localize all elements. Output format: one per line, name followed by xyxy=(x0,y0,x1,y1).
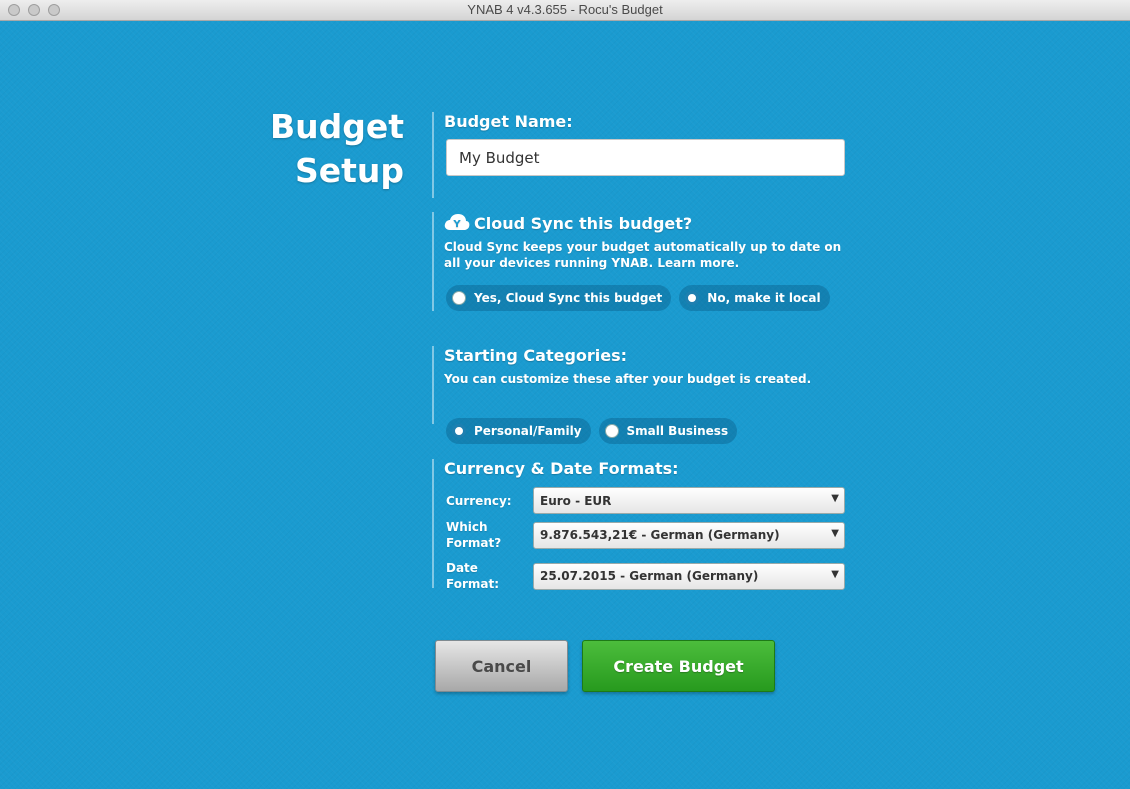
cancel-button[interactable]: Cancel xyxy=(435,640,568,692)
currency-select[interactable]: Euro - EUR ▼ xyxy=(533,487,845,514)
cloud-sync-no-radio[interactable]: No, make it local xyxy=(679,285,830,311)
page-title: Budget Setup xyxy=(270,105,404,193)
cloud-sync-options: Yes, Cloud Sync this budget No, make it … xyxy=(446,285,830,311)
dropdown-arrow-icon: ▼ xyxy=(831,493,839,504)
create-budget-button[interactable]: Create Budget xyxy=(582,640,775,692)
dropdown-arrow-icon: ▼ xyxy=(831,527,839,539)
dropdown-arrow-icon: ▼ xyxy=(831,568,839,580)
personal-family-radio[interactable]: Personal/Family xyxy=(446,418,591,444)
number-format-row: Which Format? 9.876.543,21€ - German (Ge… xyxy=(446,519,845,551)
small-business-radio[interactable]: Small Business xyxy=(598,418,738,444)
cloud-sync-section: Y Cloud Sync this budget? Cloud Sync kee… xyxy=(432,212,852,311)
page-title-line-1: Budget xyxy=(269,107,404,146)
currency-date-title: Currency & Date Formats: xyxy=(444,459,679,478)
personal-family-label: Personal/Family xyxy=(474,424,582,438)
page-title-line-2: Setup xyxy=(294,151,404,190)
date-format-row: Date Format: 25.07.2015 - German (German… xyxy=(446,560,845,592)
budget-name-section: Budget Name: xyxy=(432,112,852,198)
starting-categories-section: Starting Categories: You can customize t… xyxy=(432,346,852,444)
currency-label: Currency: xyxy=(446,493,512,508)
cloud-sync-no-label: No, make it local xyxy=(707,291,821,305)
cloud-icon-letter: Y xyxy=(452,219,461,230)
starting-categories-options: Personal/Family Small Business xyxy=(446,418,738,444)
currency-select-value: Euro - EUR xyxy=(540,493,612,508)
cloud-sync-description: Cloud Sync keeps your budget automatical… xyxy=(444,240,842,270)
app-window: YNAB 4 v4.3.655 - Rocu's Budget Budget S… xyxy=(0,0,1130,789)
currency-row: Currency: Euro - EUR ▼ xyxy=(446,487,845,514)
radio-button-selected[interactable] xyxy=(685,291,700,305)
starting-categories-title: Starting Categories: xyxy=(444,346,628,365)
cloud-sync-title: Cloud Sync this budget? xyxy=(474,214,693,233)
budget-name-label: Budget Name: xyxy=(444,112,573,131)
number-format-select-value: 9.876.543,21€ - German (Germany) xyxy=(540,528,780,542)
date-format-select[interactable]: 25.07.2015 - German (Germany) ▼ xyxy=(533,562,845,590)
date-format-label: Date Format: xyxy=(446,561,500,591)
number-format-label: Which Format? xyxy=(446,520,502,550)
radio-button[interactable] xyxy=(452,291,466,305)
currency-date-section: Currency & Date Formats: Currency: Euro … xyxy=(432,459,852,591)
budget-name-input[interactable] xyxy=(446,139,845,176)
small-business-label: Small Business xyxy=(626,424,729,438)
radio-button-selected[interactable] xyxy=(452,424,466,438)
starting-categories-description: You can customize these after your budge… xyxy=(444,372,812,386)
cloud-icon: Y xyxy=(444,214,470,230)
cloud-sync-yes-radio[interactable]: Yes, Cloud Sync this budget xyxy=(446,285,672,311)
window-title: YNAB 4 v4.3.655 - Rocu's Budget xyxy=(467,2,663,17)
title-bar: YNAB 4 v4.3.655 - Rocu's Budget xyxy=(0,0,1130,21)
date-format-select-value: 25.07.2015 - German (Germany) xyxy=(540,569,759,583)
budget-setup-panel: Budget Setup Budget Name: Y Cloud Sync t… xyxy=(0,21,1130,789)
cloud-sync-yes-label: Yes, Cloud Sync this budget xyxy=(474,291,663,305)
cloud-sync-title-row: Y Cloud Sync this budget? xyxy=(444,212,852,234)
radio-button[interactable] xyxy=(604,424,619,438)
number-format-select[interactable]: 9.876.543,21€ - German (Germany) ▼ xyxy=(533,521,845,549)
